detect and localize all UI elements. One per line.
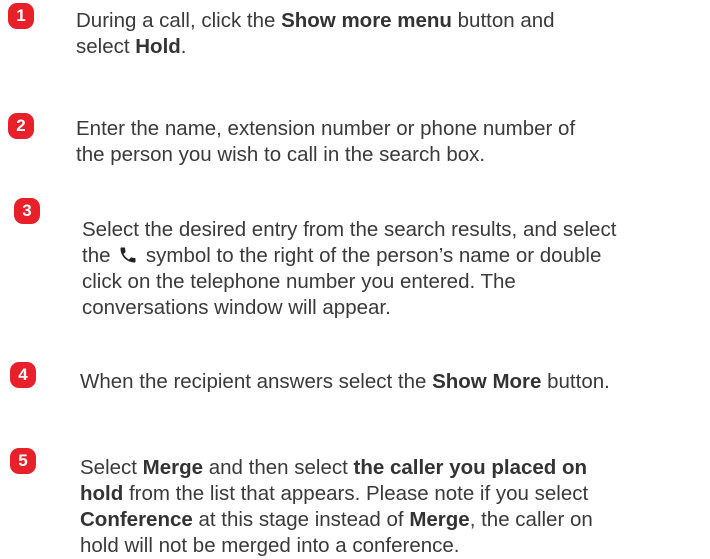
step-line: hold will not be merged into a conferenc…: [80, 533, 593, 559]
step-number-badge: 1: [8, 3, 34, 29]
step-line: hold from the list that appears. Please …: [80, 481, 593, 507]
text-segment: click on the telephone number you entere…: [82, 270, 516, 293]
step-number-badge: 5: [10, 448, 36, 474]
text-segment: Select: [80, 456, 143, 479]
bold-term: Conference: [80, 508, 193, 531]
text-segment: symbol to the right of the person’s name…: [140, 244, 602, 267]
text-segment: select: [76, 35, 136, 58]
step-text: Select the desired entry from the search…: [82, 217, 616, 321]
text-segment: conversations window will appear.: [82, 296, 391, 319]
step-text: During a call, click the Show more menu …: [76, 8, 555, 60]
step-line: the person you wish to call in the searc…: [76, 142, 575, 168]
step-line: Enter the name, extension number or phon…: [76, 116, 575, 142]
step-line: click on the telephone number you entere…: [82, 269, 616, 295]
text-segment: When the recipient answers select the: [80, 370, 433, 393]
text-segment: and then select: [203, 456, 354, 479]
phone-icon: [118, 245, 138, 265]
step-line: Conference at this stage instead of Merg…: [80, 507, 593, 533]
step-line: the symbol to the right of the person’s …: [82, 243, 616, 269]
step-number-badge: 2: [8, 113, 34, 139]
step-line: Select the desired entry from the search…: [82, 217, 616, 243]
bold-term: Merge: [409, 508, 470, 531]
text-segment: from the list that appears. Please note …: [123, 482, 589, 505]
text-segment: at this stage instead of: [192, 508, 410, 531]
bold-term: Show More: [432, 370, 542, 393]
bold-term: hold: [80, 482, 124, 505]
bold-term: Merge: [142, 456, 204, 479]
text-segment: During a call, click the: [76, 9, 282, 32]
step-text: When the recipient answers select the Sh…: [80, 369, 610, 395]
bold-term: Show more menu: [281, 9, 452, 32]
text-segment: button.: [541, 370, 610, 393]
text-segment: .: [180, 35, 187, 58]
step-number-badge: 3: [14, 198, 40, 224]
step-line: Select Merge and then select the caller …: [80, 455, 593, 481]
step-line: select Hold.: [76, 34, 555, 60]
step-line: When the recipient answers select the Sh…: [80, 369, 610, 395]
text-segment: Enter the name, extension number or phon…: [76, 117, 576, 140]
text-segment: button and: [451, 9, 555, 32]
text-segment: hold will not be merged into a conferenc…: [80, 534, 460, 557]
text-segment: the person you wish to call in the searc…: [76, 143, 486, 166]
text-segment: , the caller on: [469, 508, 593, 531]
step-number-badge: 4: [10, 362, 36, 388]
text-segment: the: [82, 244, 117, 267]
text-segment: Select the desired entry from the search…: [82, 218, 617, 241]
bold-term: the caller you placed on: [353, 456, 588, 479]
step-line: During a call, click the Show more menu …: [76, 8, 555, 34]
step-text: Select Merge and then select the caller …: [80, 455, 593, 559]
step-text: Enter the name, extension number or phon…: [76, 116, 575, 168]
bold-term: Hold: [135, 35, 181, 58]
step-line: conversations window will appear.: [82, 295, 616, 321]
